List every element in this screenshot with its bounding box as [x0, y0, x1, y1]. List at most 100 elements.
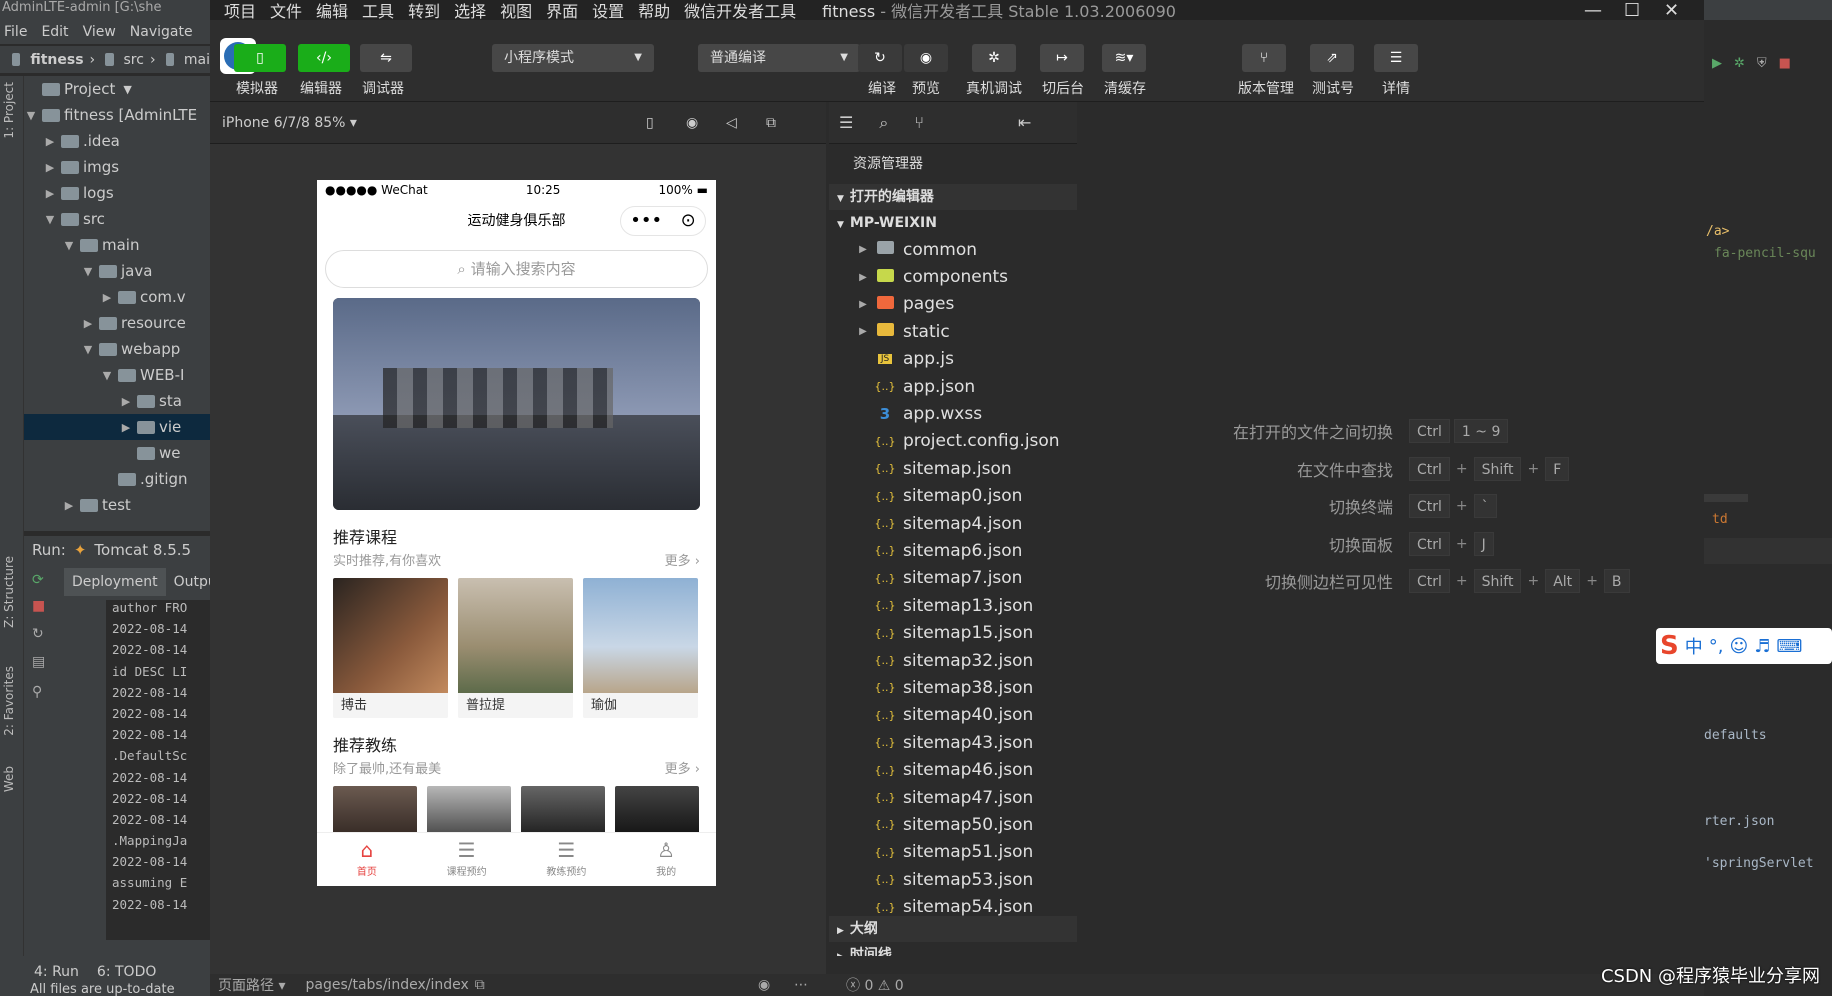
tool-tab-web[interactable]: Web — [2, 766, 16, 792]
wx-menu-interface[interactable]: 界面 — [546, 0, 578, 22]
pin-icon[interactable]: ⚲ — [32, 684, 50, 700]
details-button[interactable]: ☰ — [1374, 44, 1418, 72]
wx-menu-project[interactable]: 项目 — [224, 0, 256, 22]
source-control-icon[interactable]: ⑂ — [914, 113, 924, 132]
expand-right-icon[interactable]: ▶ — [43, 161, 57, 174]
file-item[interactable]: {..} sitemap4.json — [829, 510, 1077, 537]
expand-down-icon[interactable]: ▼ — [81, 343, 95, 356]
run-tool-button[interactable]: 4: Run — [34, 964, 79, 980]
more-dots-icon[interactable]: ••• — [630, 212, 662, 230]
emoji-icon[interactable]: ☺ — [1729, 636, 1748, 657]
file-item[interactable]: {..} sitemap32.json — [829, 647, 1077, 674]
file-item[interactable]: {..} sitemap7.json — [829, 565, 1077, 592]
search-icon[interactable]: ⌕ — [879, 113, 888, 133]
record-icon[interactable]: ◉ — [686, 115, 698, 131]
file-item[interactable]: {..} sitemap15.json — [829, 619, 1077, 646]
file-item[interactable]: {..} sitemap47.json — [829, 784, 1077, 811]
ij-menu-edit[interactable]: Edit — [41, 24, 68, 40]
folder-item[interactable]: ▶ components — [829, 263, 1077, 290]
open-editors-section[interactable]: ▼ 打开的编辑器 — [829, 184, 1077, 210]
wx-menu-help[interactable]: 帮助 — [638, 0, 670, 22]
file-item[interactable]: {..} sitemap.json — [829, 455, 1077, 482]
explorer-list-icon[interactable]: ☰ — [839, 113, 853, 132]
close-circle-icon[interactable]: ⊙ — [681, 212, 696, 230]
project-panel-header[interactable]: Project ▼ — [24, 76, 210, 102]
project-tree-item[interactable]: ▶ imgs — [24, 154, 210, 180]
file-item[interactable]: 3 app.wxss — [829, 400, 1077, 427]
expand-down-icon[interactable]: ▼ — [43, 213, 57, 226]
expand-down-icon[interactable]: ▼ — [62, 239, 76, 252]
expand-down-icon[interactable]: ▼ — [100, 369, 114, 382]
search-input[interactable]: ⌕ 请输入搜索内容 — [325, 250, 708, 288]
file-item[interactable]: {..} sitemap38.json — [829, 674, 1077, 701]
wx-menu-settings[interactable]: 设置 — [592, 0, 624, 22]
test-id-button[interactable]: ⇗ — [1310, 44, 1354, 72]
project-tree-item[interactable]: ▶ com.v — [24, 284, 210, 310]
course-card[interactable]: 搏击 — [333, 578, 448, 718]
project-tree-item[interactable]: ▼ main — [24, 232, 210, 258]
expand-down-icon[interactable]: ▼ — [81, 265, 95, 278]
simulator-button[interactable]: ▯ — [234, 44, 286, 72]
tab-mine[interactable]: ♙ 我的 — [616, 833, 716, 886]
background-button[interactable]: ↦ — [1040, 44, 1084, 72]
folder-item[interactable]: ▶ pages — [829, 291, 1077, 318]
stop-icon[interactable]: ■ — [1779, 56, 1791, 72]
project-tree-item[interactable]: ▼ java — [24, 258, 210, 284]
popout-icon[interactable]: ⧉ — [766, 115, 776, 131]
project-tree-item[interactable]: ▶ vie — [24, 414, 210, 440]
wx-menu-select[interactable]: 选择 — [454, 0, 486, 22]
volume-icon[interactable]: ◁ — [726, 115, 737, 131]
tab-deployment[interactable]: Deployment — [64, 568, 166, 596]
tab-output[interactable]: Outpu — [165, 568, 210, 596]
run-icon[interactable]: ▶ — [1712, 56, 1722, 72]
timeline-section[interactable]: ▶时间线 — [829, 942, 1077, 956]
run-config-tab[interactable]: Tomcat 8.5.5 — [94, 541, 191, 559]
project-tree-item[interactable]: ▼ webapp — [24, 336, 210, 362]
expand-right-icon[interactable]: ▶ — [43, 135, 57, 148]
expand-right-icon[interactable]: ▶ — [119, 421, 133, 434]
ij-menu-file[interactable]: File — [4, 24, 27, 40]
breadcrumb-fitness[interactable]: fitness — [30, 52, 83, 68]
wx-menu-view[interactable]: 视图 — [500, 0, 532, 22]
file-item[interactable]: {..} sitemap6.json — [829, 537, 1077, 564]
project-tree-item[interactable]: we — [24, 440, 210, 466]
project-tree-item[interactable]: .gitign — [24, 466, 210, 492]
expand-right-icon[interactable]: ▶ — [100, 291, 114, 304]
file-item[interactable]: {..} project.config.json — [829, 428, 1077, 455]
course-card[interactable]: 瑜伽 — [583, 578, 698, 718]
stop-icon[interactable]: ■ — [32, 598, 50, 614]
folder-item[interactable]: ▶ common — [829, 236, 1077, 263]
preview-button[interactable]: ◉ — [904, 44, 948, 72]
tab-coach-booking[interactable]: ☰ 教练预约 — [517, 833, 617, 886]
breadcrumb-main[interactable]: mai — [184, 52, 210, 68]
tab-course-booking[interactable]: ☰ 课程预约 — [417, 833, 517, 886]
project-tree-item[interactable]: ▶ resource — [24, 310, 210, 336]
tool-tab-structure[interactable]: Z: Structure — [2, 556, 16, 628]
copy-icon[interactable]: ⧉ — [475, 977, 485, 993]
outline-section[interactable]: ▶ 大纲 — [829, 916, 1077, 942]
file-item[interactable]: {..} sitemap43.json — [829, 729, 1077, 756]
file-item[interactable]: {..} sitemap40.json — [829, 702, 1077, 729]
more-courses-link[interactable]: 更多 › — [665, 550, 700, 569]
coverage-icon[interactable]: ⛨ — [1757, 56, 1767, 72]
ij-menu-view[interactable]: View — [83, 24, 116, 40]
file-item[interactable]: {..} sitemap46.json — [829, 756, 1077, 783]
folder-item[interactable]: ▶ static — [829, 318, 1077, 345]
wx-menu-devtools[interactable]: 微信开发者工具 — [684, 0, 796, 22]
clear-cache-button[interactable]: ≋▾ — [1102, 44, 1146, 72]
ime-mode[interactable]: 中 — [1685, 633, 1703, 659]
file-item[interactable]: {..} sitemap53.json — [829, 866, 1077, 893]
project-tree-item[interactable]: ▶ test — [24, 492, 210, 518]
compile-mode-select[interactable]: 普通编译 ▼ — [698, 44, 860, 72]
project-tree-item[interactable]: ▼ fitness [AdminLTE — [24, 102, 210, 128]
editor-button[interactable]: ‹/› — [298, 44, 350, 72]
tool-tab-project[interactable]: 1: Project — [2, 82, 16, 139]
debug-icon[interactable]: ✲ — [1734, 56, 1745, 72]
compile-button[interactable]: ↻ — [858, 44, 902, 72]
rerun-icon[interactable]: ⟳ — [32, 572, 50, 588]
keyboard-icon[interactable]: ⌨ — [1776, 636, 1802, 657]
project-tree-item[interactable]: ▶ .idea — [24, 128, 210, 154]
wx-menu-tools[interactable]: 工具 — [362, 0, 394, 22]
more-coaches-link[interactable]: 更多 › — [665, 758, 700, 777]
debugger-button[interactable]: ⇋ — [360, 44, 412, 72]
